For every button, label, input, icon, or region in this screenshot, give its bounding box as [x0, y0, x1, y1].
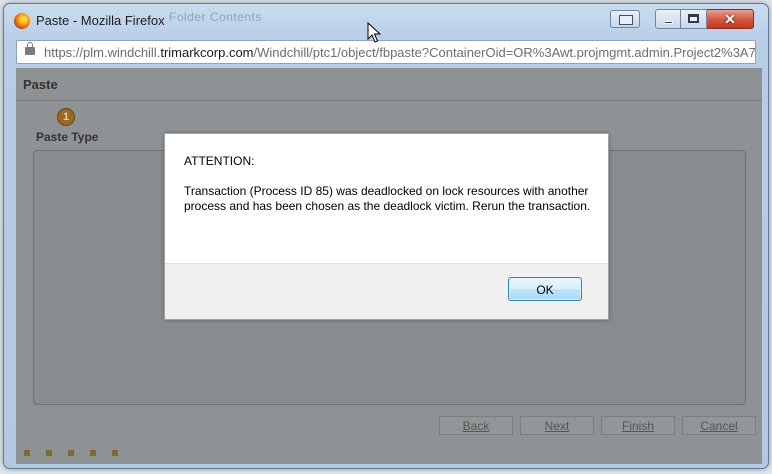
status-dot [112, 450, 118, 456]
ok-button[interactable]: OK [508, 277, 582, 301]
url-text: https://plm.windchill.trimarkcorp.com/Wi… [44, 45, 756, 60]
maximize-button[interactable] [681, 9, 707, 29]
back-button[interactable]: Back [439, 416, 513, 435]
step-number-icon: 1 [57, 108, 75, 126]
status-dot [46, 450, 52, 456]
window-title: Paste - Mozilla Firefox [36, 13, 165, 28]
step-label: Paste Type [36, 130, 99, 144]
dialog-footer: OK [165, 263, 608, 319]
dialog-heading: ATTENTION: [184, 154, 255, 168]
next-button[interactable]: Next [520, 416, 594, 435]
status-dot [90, 450, 96, 456]
alert-dialog: ATTENTION: Transaction (Process ID 85) w… [164, 133, 609, 320]
close-icon: ✕ [724, 11, 736, 27]
address-bar[interactable]: https://plm.windchill.trimarkcorp.com/Wi… [16, 40, 756, 64]
close-button[interactable]: ✕ [707, 9, 754, 29]
firefox-icon [14, 13, 30, 29]
window-controls: ✕ [655, 9, 766, 29]
lock-icon [25, 42, 35, 55]
finish-button[interactable]: Finish [601, 416, 675, 435]
minimize-button[interactable] [655, 9, 681, 29]
status-dot [68, 450, 74, 456]
status-dots [24, 450, 118, 456]
dialog-message: Transaction (Process ID 85) was deadlock… [184, 184, 591, 213]
mouse-cursor-icon [367, 22, 381, 43]
page-header: Paste [16, 68, 762, 101]
status-dot [24, 450, 30, 456]
background-window-title: Folder Contents [169, 10, 262, 24]
cancel-button[interactable]: Cancel [682, 416, 756, 435]
page-title: Paste [23, 77, 58, 92]
restore-tab-icon[interactable] [610, 10, 640, 28]
